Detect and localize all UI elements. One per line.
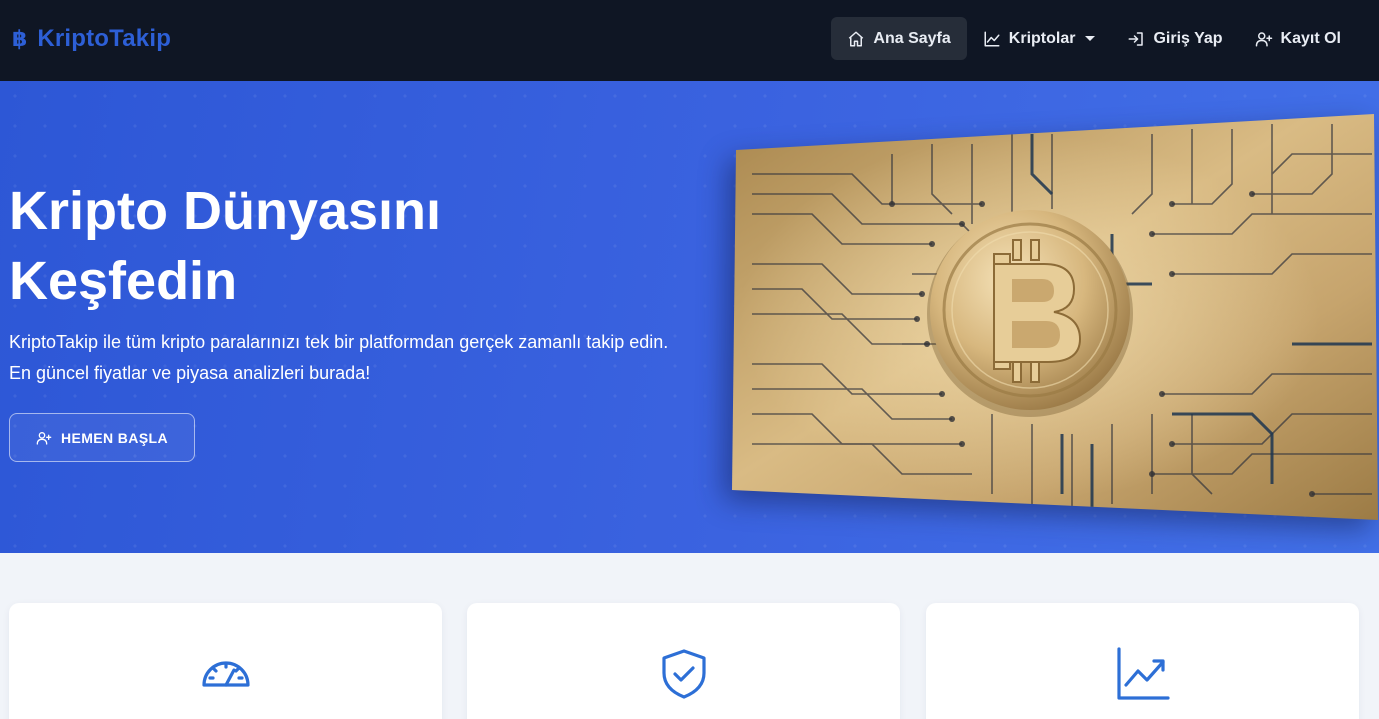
user-plus-icon [1255,31,1272,46]
user-plus-icon [36,431,52,445]
nav-item-login[interactable]: Giriş Yap [1111,17,1238,60]
nav-item-home[interactable]: Ana Sayfa [831,17,967,60]
nav-item-label: Ana Sayfa [873,29,951,47]
brand-name: KriptoTakip [37,25,172,52]
chart-line-icon [984,31,1000,46]
get-started-label: HEMEN BAŞLA [60,429,169,446]
nav-item-label: Kayıt Ol [1280,29,1341,47]
main-nav: Ana Sayfa Kriptolar Giriş Yap Kayıt Ol [831,17,1357,60]
navbar: ฿ KriptoTakip Ana Sayfa Kriptolar Giriş … [0,0,1379,81]
hero-title: Kripto Dünyasını Keşfedin [9,181,442,311]
feature-card-analytics [926,603,1359,719]
hero-image [732,114,1378,520]
graph-up-icon [1116,647,1170,700]
feature-card-speed [9,603,442,719]
hero-description: KriptoTakip ile tüm kripto paralarınızı … [9,332,669,383]
feature-card-security [467,603,900,719]
shield-check-icon [661,649,706,699]
sign-in-icon [1128,31,1144,46]
nav-item-label: Giriş Yap [1153,29,1223,47]
bitcoin-icon: ฿ [12,26,28,51]
speedometer-icon [201,661,250,687]
get-started-button[interactable]: HEMEN BAŞLA [9,413,195,462]
chevron-down-icon [1085,36,1096,41]
nav-item-cryptos[interactable]: Kriptolar [967,17,1112,60]
nav-item-label: Kriptolar [1008,29,1076,47]
nav-item-register[interactable]: Kayıt Ol [1239,17,1357,60]
brand-logo[interactable]: ฿ KriptoTakip [12,24,171,54]
bitcoin-circuit-image [732,114,1378,520]
hero-section: Kripto Dünyasını Keşfedin KriptoTakip il… [0,81,1379,553]
home-icon [849,31,864,46]
